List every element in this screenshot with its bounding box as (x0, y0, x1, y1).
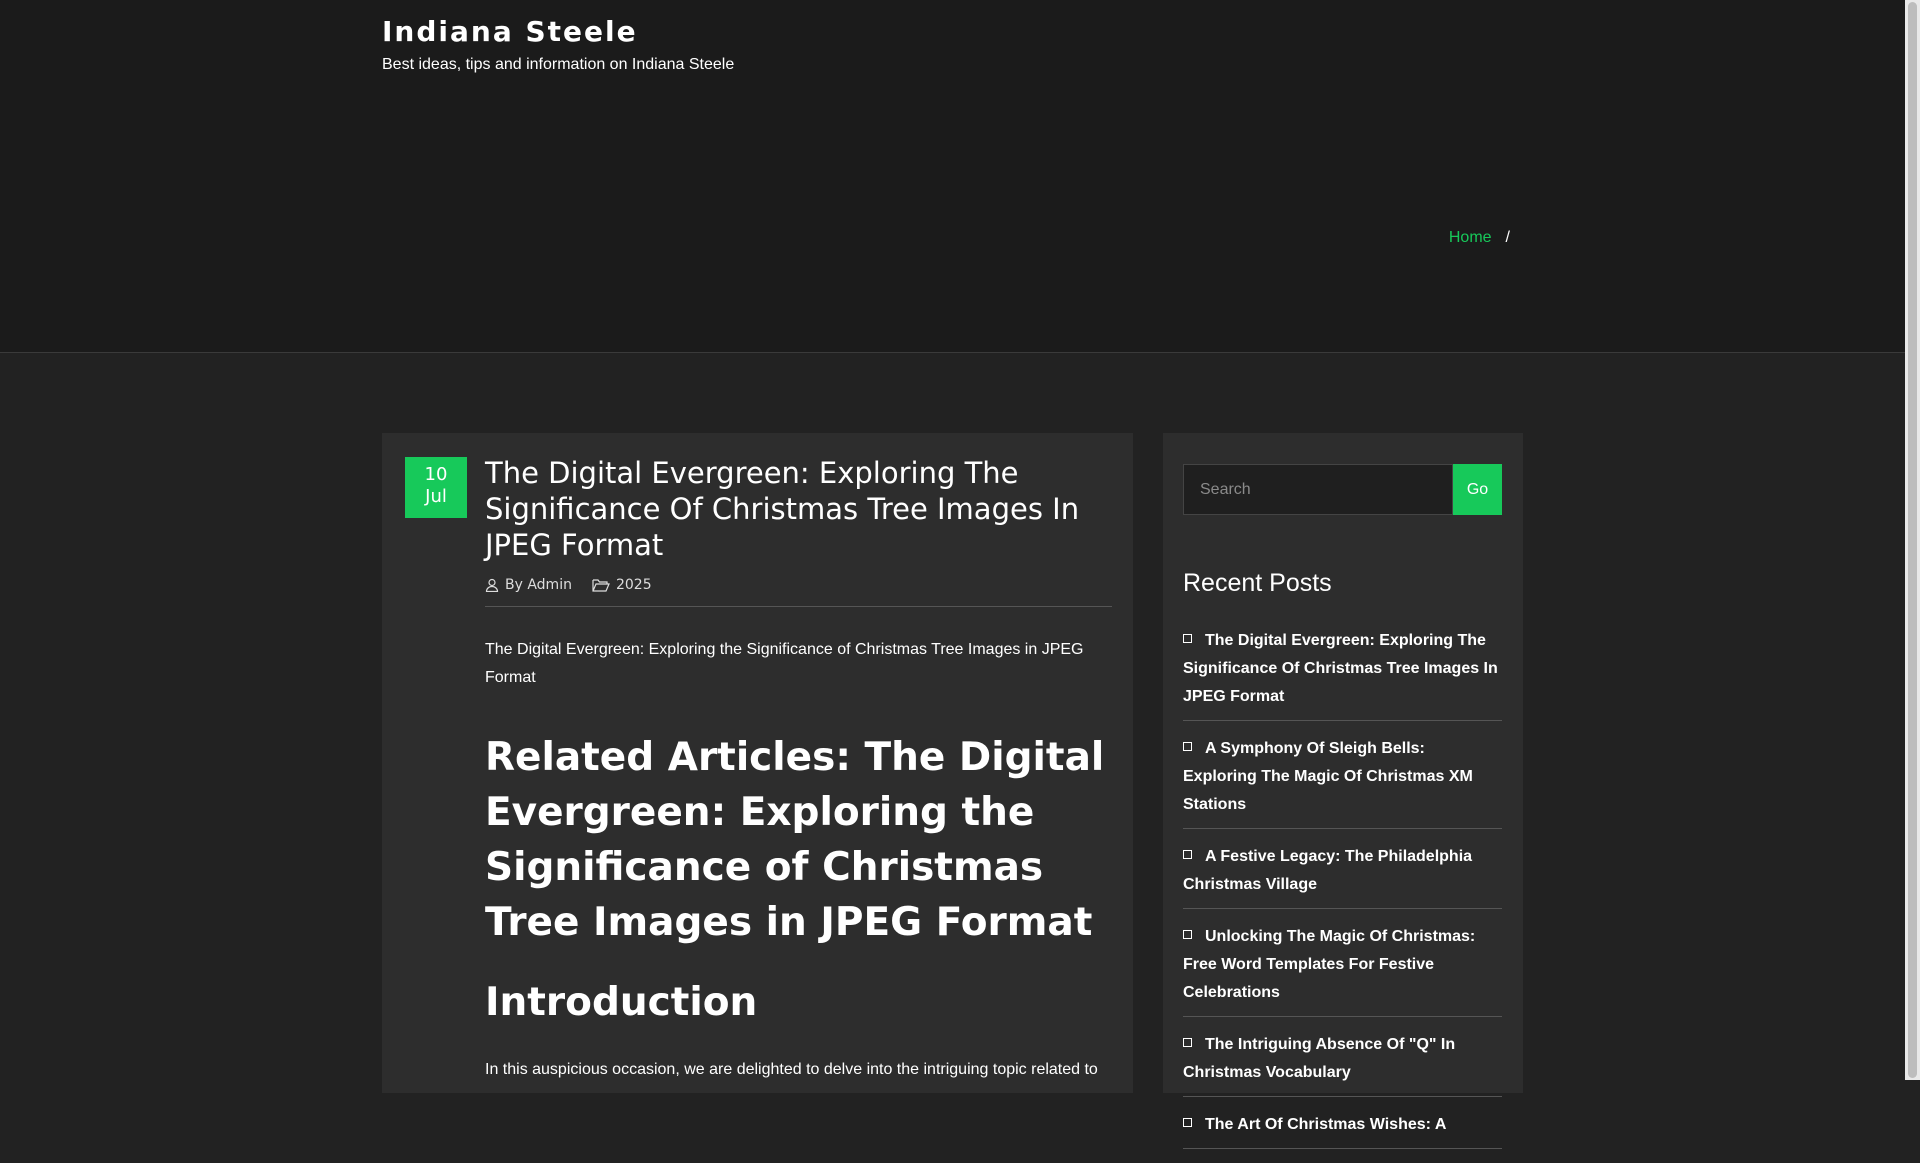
search-form: Go (1183, 464, 1502, 515)
recent-post-item[interactable]: A Symphony Of Sleigh Bells: Exploring Th… (1183, 735, 1502, 829)
recent-post-link[interactable]: A Symphony Of Sleigh Bells: Exploring Th… (1183, 740, 1473, 813)
article-meta: By Admin 2025 (485, 577, 1112, 607)
square-bullet-icon (1183, 1118, 1192, 1128)
date-day: 10 (424, 464, 448, 485)
site-branding: Indiana Steele Best ideas, tips and info… (382, 15, 734, 75)
folder-open-icon (592, 579, 610, 592)
breadcrumb-separator: / (1505, 229, 1510, 246)
search-go-button[interactable]: Go (1453, 464, 1502, 515)
square-bullet-icon (1183, 850, 1192, 860)
article-card: 10 Jul The Digital Evergreen: Exploring … (382, 433, 1133, 1093)
article-body: The Digital Evergreen: Exploring The Sig… (485, 455, 1112, 1084)
category-meta[interactable]: 2025 (592, 577, 652, 593)
recent-post-item[interactable]: The Digital Evergreen: Exploring The Sig… (1183, 627, 1502, 721)
square-bullet-icon (1183, 742, 1192, 752)
breadcrumb: Home / (1449, 229, 1510, 247)
intro-text: The Digital Evergreen: Exploring the Sig… (485, 641, 1084, 686)
recent-post-item[interactable]: The Intriguing Absence Of "Q" In Christm… (1183, 1031, 1502, 1097)
category-name: 2025 (615, 577, 652, 593)
author-meta[interactable]: By Admin (485, 577, 572, 593)
recent-post-link[interactable]: A Festive Legacy: The Philadelphia Chris… (1183, 848, 1472, 893)
breadcrumb-home-link[interactable]: Home (1449, 229, 1492, 246)
recent-post-item[interactable]: Unlocking The Magic Of Christmas: Free W… (1183, 923, 1502, 1017)
page-header-banner: Home / (0, 89, 1905, 353)
recent-post-link[interactable]: The Digital Evergreen: Exploring The Sig… (1183, 632, 1498, 705)
square-bullet-icon (1183, 930, 1192, 940)
recent-post-link[interactable]: The Art Of Christmas Wishes: A (1205, 1116, 1446, 1133)
article-title: The Digital Evergreen: Exploring The Sig… (485, 456, 1080, 562)
recent-post-link[interactable]: The Intriguing Absence Of "Q" In Christm… (1183, 1036, 1455, 1081)
related-articles-heading: Related Articles: The Digital Evergreen:… (485, 735, 1105, 945)
site-title[interactable]: Indiana Steele (382, 15, 734, 49)
site-description: Best ideas, tips and information on Indi… (382, 56, 735, 73)
sidebar: Go Recent Posts The Digital Evergreen: E… (1163, 433, 1523, 1149)
square-bullet-icon (1183, 1038, 1192, 1048)
scrollbar-thumb[interactable] (1908, 2, 1917, 1078)
site-header: Indiana Steele Best ideas, tips and info… (0, 0, 1905, 89)
introduction-heading: Introduction (485, 980, 758, 1025)
search-input[interactable] (1183, 464, 1453, 515)
user-icon (485, 578, 499, 592)
recent-post-item[interactable]: The Art Of Christmas Wishes: A (1183, 1111, 1502, 1149)
recent-posts-title: Recent Posts (1183, 569, 1332, 597)
page-scrollbar[interactable] (1905, 0, 1920, 1080)
date-month: Jul (425, 486, 447, 507)
recent-post-item[interactable]: A Festive Legacy: The Philadelphia Chris… (1183, 843, 1502, 909)
recent-posts-list: The Digital Evergreen: Exploring The Sig… (1183, 627, 1502, 1163)
author-name: By Admin (505, 577, 572, 593)
date-badge: 10 Jul (405, 457, 467, 518)
square-bullet-icon (1183, 634, 1192, 644)
recent-post-link[interactable]: Unlocking The Magic Of Christmas: Free W… (1183, 928, 1475, 1001)
